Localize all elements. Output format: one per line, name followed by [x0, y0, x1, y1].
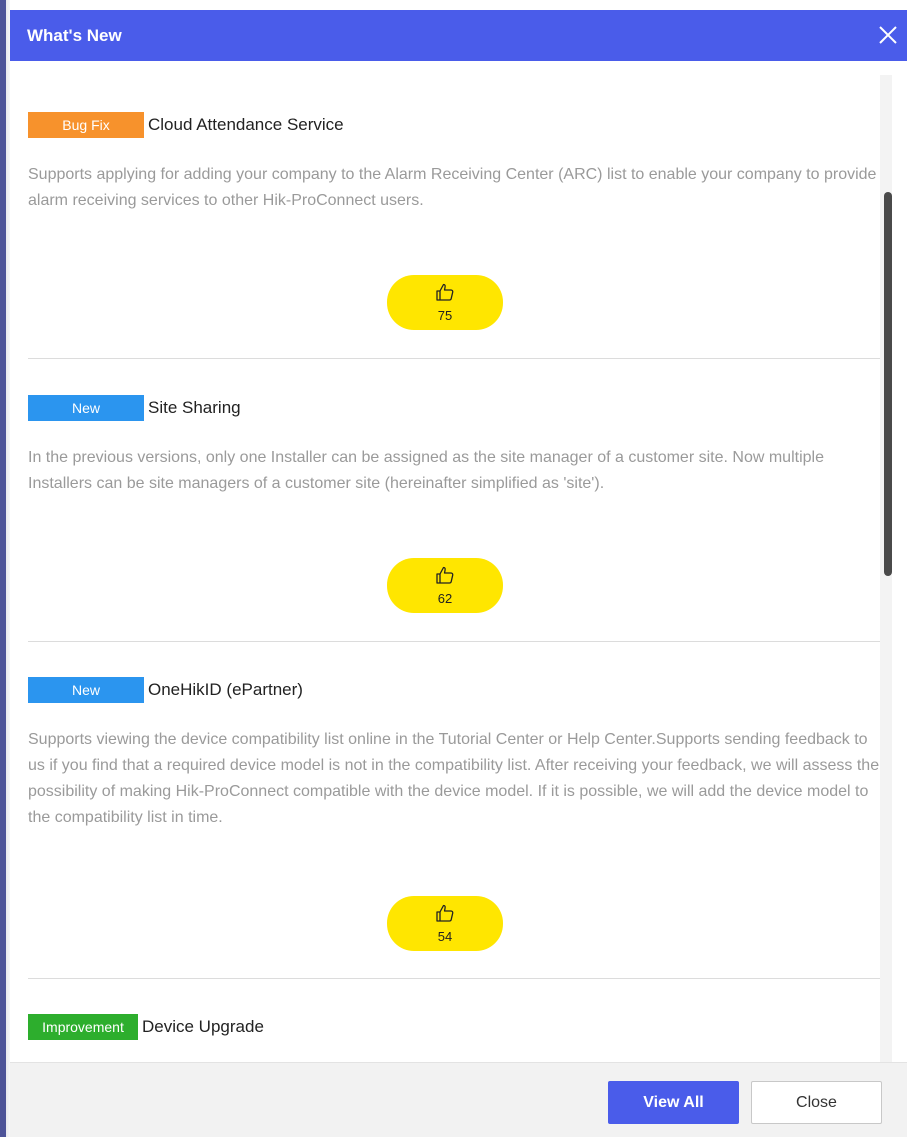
like-button-wrapper: 54: [387, 896, 503, 951]
tag-badge-bug-fix: Bug Fix: [28, 112, 144, 138]
item-title: Cloud Attendance Service: [148, 115, 344, 134]
thumbs-up-icon: [435, 282, 455, 307]
item-title: Site Sharing: [148, 398, 241, 417]
dialog-footer: View All Close: [10, 1062, 907, 1137]
like-count: 54: [437, 929, 453, 944]
divider: [28, 978, 880, 979]
view-all-button[interactable]: View All: [608, 1081, 739, 1124]
tag-badge-improvement: Improvement: [28, 1014, 138, 1040]
item-description: Supports applying for adding your compan…: [28, 166, 877, 209]
tag-badge-new: New: [28, 395, 144, 421]
list-item: New OneHikID (ePartner) Supports viewing…: [28, 677, 880, 831]
thumbs-up-icon: [435, 903, 455, 928]
like-button-wrapper: 62: [387, 558, 503, 613]
item-header: New OneHikID (ePartner): [28, 677, 880, 703]
scrollbar-thumb[interactable]: [884, 192, 892, 576]
dialog-header: What's New: [10, 10, 907, 61]
item-header: New Site Sharing: [28, 395, 880, 421]
close-button[interactable]: Close: [751, 1081, 882, 1124]
thumbs-up-icon: [435, 565, 455, 590]
like-button[interactable]: 54: [387, 896, 503, 951]
list-item: Bug Fix Cloud Attendance Service Support…: [28, 112, 880, 214]
item-description: In the previous versions, only one Insta…: [28, 449, 824, 492]
whats-new-dialog: What's New Bug Fix Cloud Attendance Serv…: [0, 0, 907, 1137]
item-header: Bug Fix Cloud Attendance Service: [28, 112, 880, 138]
close-icon[interactable]: [875, 22, 901, 48]
background-window-edge: [0, 0, 10, 1137]
like-count: 75: [437, 308, 453, 323]
item-title: Device Upgrade: [142, 1017, 264, 1036]
item-title: OneHikID (ePartner): [148, 680, 303, 699]
divider: [28, 358, 880, 359]
list-item: Improvement Device Upgrade: [28, 1014, 880, 1040]
divider: [28, 641, 880, 642]
dialog-title: What's New: [27, 26, 122, 45]
like-button[interactable]: 62: [387, 558, 503, 613]
tag-badge-new: New: [28, 677, 144, 703]
item-description: Supports viewing the device compatibilit…: [28, 731, 880, 826]
like-count: 62: [437, 591, 453, 606]
like-button-wrapper: 75: [387, 275, 503, 330]
item-header: Improvement Device Upgrade: [28, 1014, 880, 1040]
release-notes-list[interactable]: Bug Fix Cloud Attendance Service Support…: [10, 61, 907, 1062]
list-item: New Site Sharing In the previous version…: [28, 395, 880, 497]
like-button[interactable]: 75: [387, 275, 503, 330]
